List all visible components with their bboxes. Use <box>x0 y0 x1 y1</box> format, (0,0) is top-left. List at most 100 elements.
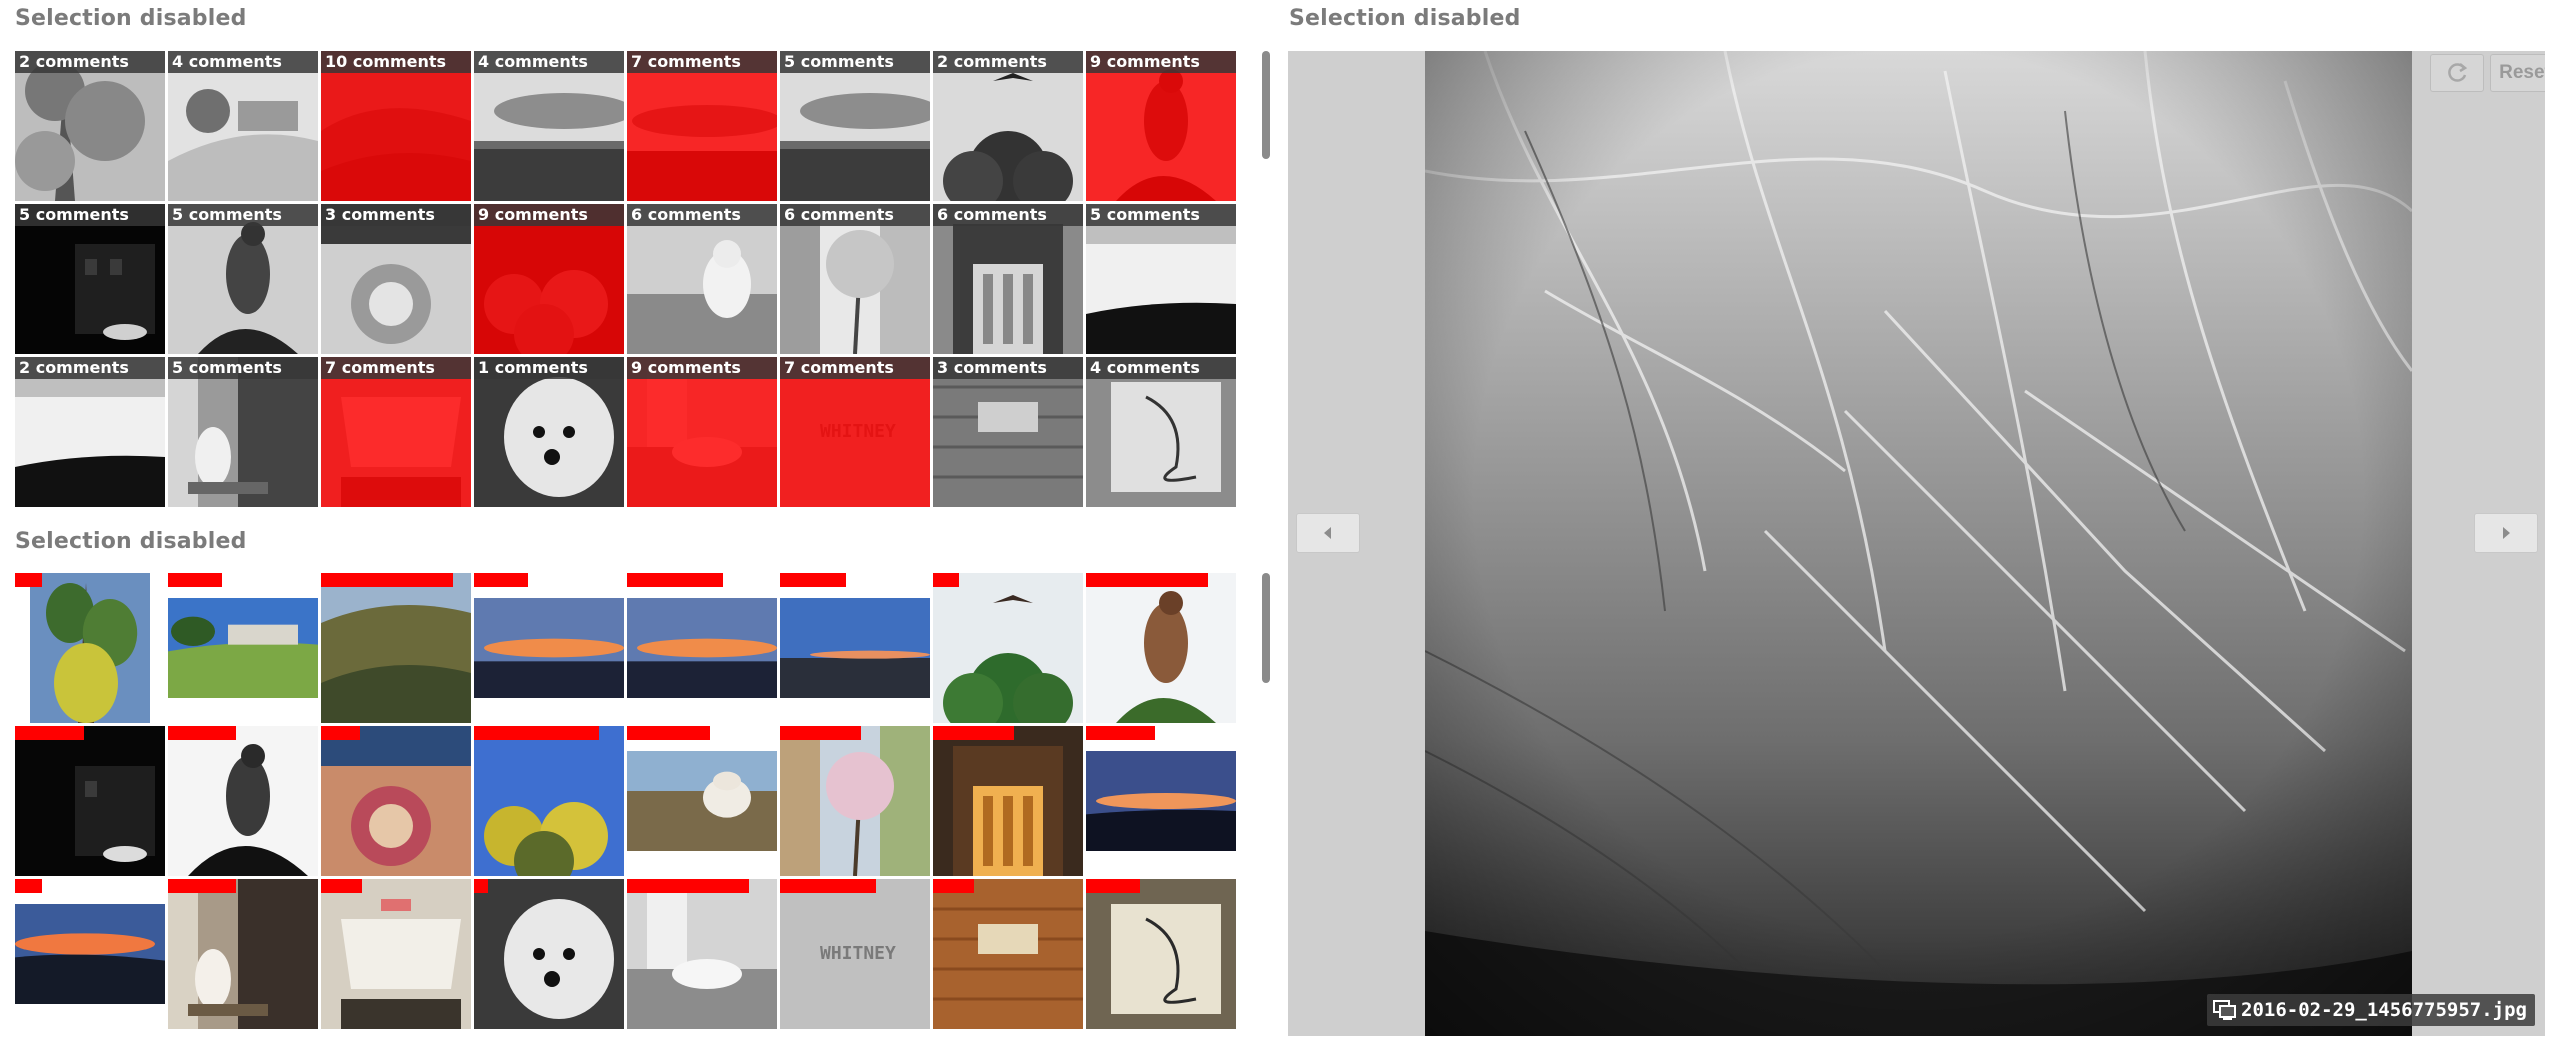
thumbnail-tile[interactable]: 5 comments <box>168 357 318 507</box>
thumbnail-tile[interactable]: 10 comments <box>321 51 471 201</box>
photo-tile[interactable] <box>15 573 165 723</box>
photo-tile[interactable] <box>627 879 777 1029</box>
bottom-panel-title: Selection disabled <box>15 529 247 554</box>
next-image-button[interactable] <box>2474 513 2538 553</box>
thumbnail-tile[interactable]: 5 comments <box>168 204 318 354</box>
thumbnail-tile[interactable]: 6 comments <box>627 204 777 354</box>
photo-tile[interactable] <box>15 726 165 876</box>
red-tint-overlay <box>474 204 624 354</box>
photo-image <box>780 598 930 698</box>
comment-count-label: 2 comments <box>933 51 1083 73</box>
red-tint-overlay <box>321 51 471 201</box>
red-tint-overlay <box>780 357 930 507</box>
photo-tile[interactable] <box>627 573 777 723</box>
thumbnail-image <box>168 204 318 354</box>
thumbnail-tile[interactable]: 9 comments <box>1086 51 1236 201</box>
photo-tile[interactable] <box>780 573 930 723</box>
comment-count-label: 4 comments <box>474 51 624 73</box>
previous-image-button[interactable] <box>1296 513 1360 553</box>
top-thumbnail-grid: 2 comments 4 comments 10 comments 4 comment… <box>15 51 1236 511</box>
comment-count-label: 9 comments <box>627 357 777 379</box>
selection-indicator-bar <box>15 573 42 587</box>
thumbnail-image <box>627 204 777 354</box>
reset-button[interactable]: Reset <box>2490 54 2545 92</box>
thumbnail-tile[interactable]: 4 comments <box>1086 357 1236 507</box>
thumbnail-image <box>780 204 930 354</box>
photo-tile[interactable] <box>1086 879 1236 1029</box>
thumbnail-tile[interactable]: 9 comments <box>474 204 624 354</box>
viewer-panel-title: Selection disabled <box>1289 6 1521 31</box>
comment-count-label: 9 comments <box>474 204 624 226</box>
selection-indicator-bar <box>474 726 599 740</box>
thumbnail-tile[interactable]: 4 comments <box>474 51 624 201</box>
photo-tile[interactable] <box>321 726 471 876</box>
selection-indicator-bar <box>168 726 236 740</box>
photo-tile[interactable]: WHITNEY <box>780 879 930 1029</box>
red-tint-overlay <box>1086 51 1236 201</box>
photo-tile[interactable] <box>168 573 318 723</box>
bottom-grid-scrollbar[interactable] <box>1262 573 1270 683</box>
selection-indicator-bar <box>780 573 846 587</box>
red-tint-overlay <box>627 357 777 507</box>
photo-tile[interactable] <box>168 726 318 876</box>
thumbnail-tile[interactable]: 1 comments <box>474 357 624 507</box>
photo-image <box>1086 573 1236 723</box>
comment-count-label: 3 comments <box>933 357 1083 379</box>
photo-tile[interactable] <box>1086 726 1236 876</box>
comment-count-label: 5 comments <box>15 204 165 226</box>
thumbnail-tile[interactable]: 7 comments <box>321 357 471 507</box>
thumbnail-image <box>474 357 624 507</box>
thumbnail-tile[interactable]: 6 comments <box>780 204 930 354</box>
thumbnail-tile[interactable]: 7 comments <box>627 51 777 201</box>
thumbnail-tile[interactable]: 5 comments <box>15 204 165 354</box>
photo-tile[interactable] <box>627 726 777 876</box>
comment-count-label: 5 comments <box>168 357 318 379</box>
thumbnail-tile[interactable]: 2 comments <box>15 357 165 507</box>
thumbnail-tile[interactable]: 3 comments <box>933 357 1083 507</box>
selection-indicator-bar <box>627 726 710 740</box>
photo-tile[interactable] <box>321 573 471 723</box>
photo-tile[interactable] <box>780 726 930 876</box>
photo-image <box>168 726 318 876</box>
selection-indicator-bar <box>780 879 876 893</box>
image-viewer: Reset 2016-02-29_1456775957.jpg <box>1288 51 2545 1036</box>
photo-tile[interactable] <box>321 879 471 1029</box>
photo-tile[interactable] <box>474 726 624 876</box>
photo-tile[interactable] <box>168 879 318 1029</box>
comment-count-label: 4 comments <box>168 51 318 73</box>
thumbnail-tile[interactable]: 3 comments <box>321 204 471 354</box>
photo-tile[interactable] <box>1086 573 1236 723</box>
selection-indicator-bar <box>474 879 488 893</box>
comment-count-label: 6 comments <box>780 204 930 226</box>
thumbnail-image <box>933 204 1083 354</box>
photo-image <box>933 573 1083 723</box>
photo-tile[interactable] <box>933 726 1083 876</box>
thumbnail-image <box>933 357 1083 507</box>
photo-tile[interactable] <box>933 573 1083 723</box>
thumbnail-tile[interactable]: 2 comments <box>15 51 165 201</box>
thumbnail-image <box>15 357 165 507</box>
refresh-button[interactable] <box>2430 54 2484 92</box>
photo-image <box>627 879 777 1029</box>
thumbnail-tile[interactable]: 6 comments <box>933 204 1083 354</box>
photo-tile[interactable] <box>933 879 1083 1029</box>
thumbnail-image <box>321 204 471 354</box>
photo-tile[interactable] <box>474 879 624 1029</box>
photo-tile[interactable] <box>15 879 165 1029</box>
thumbnail-tile[interactable]: 2 comments <box>933 51 1083 201</box>
chevron-left-icon <box>1324 527 1331 539</box>
thumbnail-tile[interactable]: 9 comments <box>627 357 777 507</box>
photo-image <box>321 573 471 723</box>
photo-image <box>933 726 1083 876</box>
top-grid-scrollbar[interactable] <box>1262 51 1270 159</box>
selection-indicator-bar <box>168 879 236 893</box>
thumbnail-tile[interactable]: 5 comments <box>1086 204 1236 354</box>
thumbnail-tile[interactable]: 5 comments <box>780 51 930 201</box>
selection-indicator-bar <box>474 573 528 587</box>
photo-tile[interactable] <box>474 573 624 723</box>
selection-indicator-bar <box>780 726 861 740</box>
photo-image <box>474 726 624 876</box>
selection-indicator-bar <box>1086 879 1140 893</box>
thumbnail-tile[interactable]: WHITNEY7 comments <box>780 357 930 507</box>
thumbnail-tile[interactable]: 4 comments <box>168 51 318 201</box>
